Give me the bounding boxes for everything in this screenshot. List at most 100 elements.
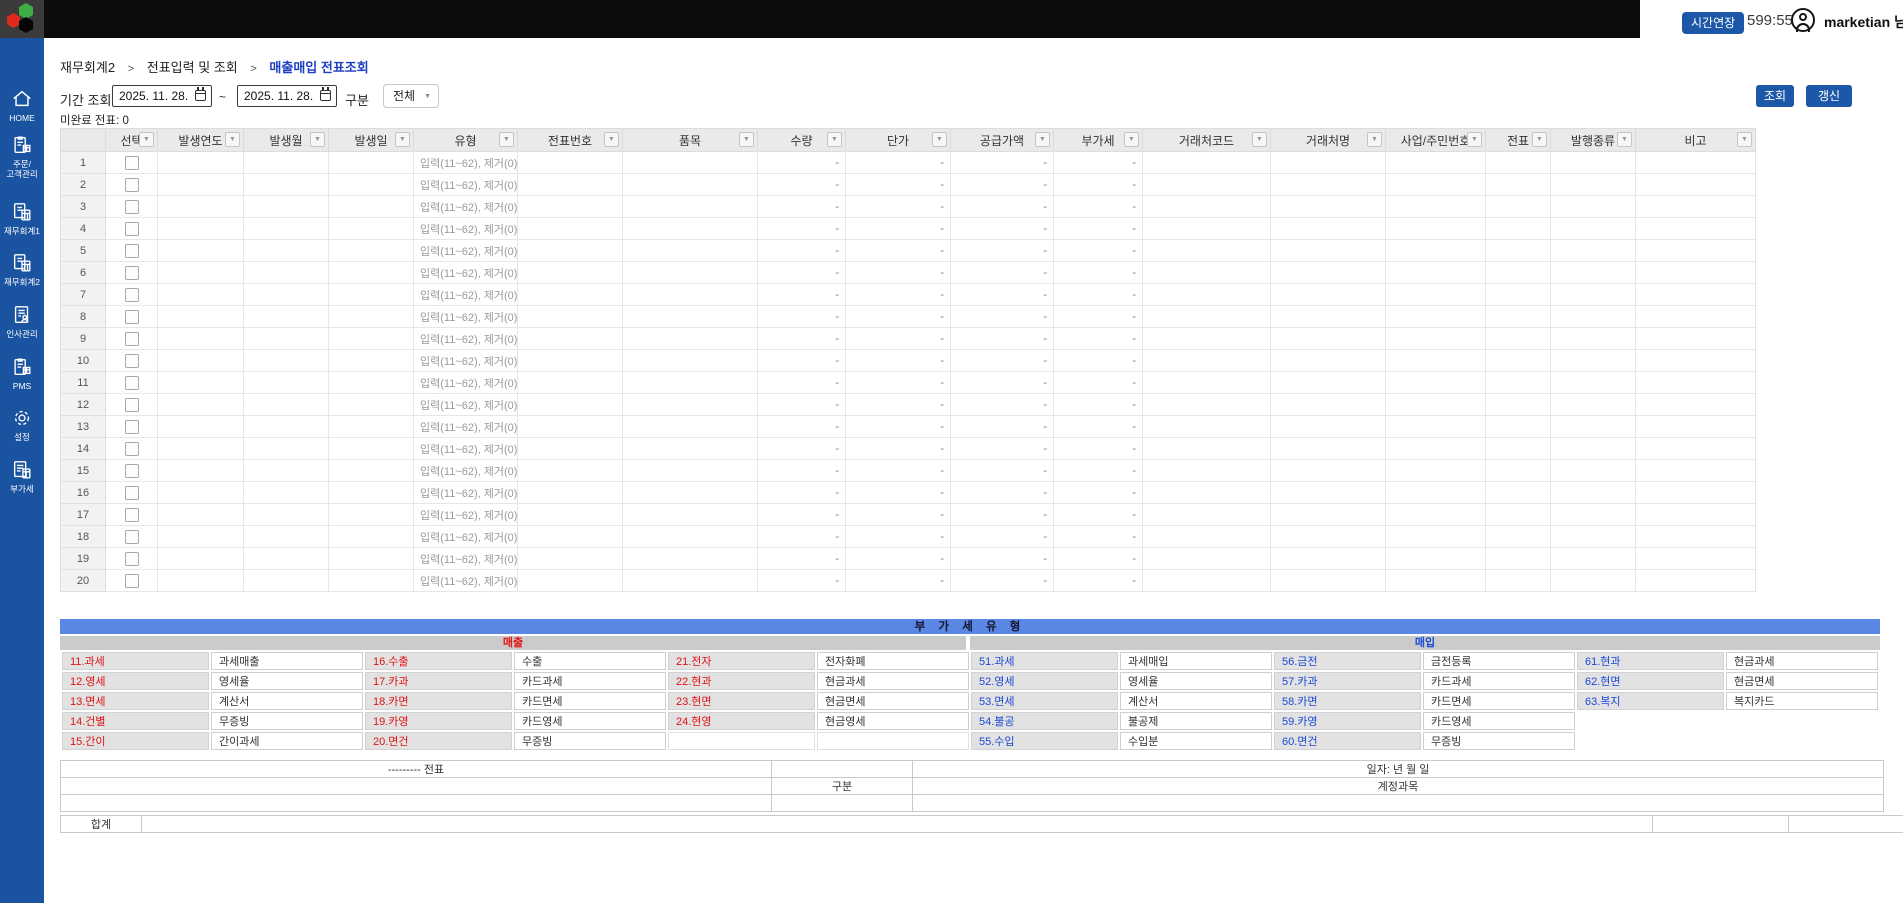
empty-cell: [244, 504, 329, 526]
breadcrumb-item[interactable]: 전표입력 및 조회: [147, 60, 238, 75]
empty-cell: [1386, 262, 1486, 284]
calendar-icon[interactable]: [195, 90, 206, 101]
vat-name-cell: 현금영세: [817, 712, 969, 730]
calendar-icon[interactable]: [320, 90, 331, 101]
empty-cell: [1271, 240, 1386, 262]
empty-cell: [1143, 504, 1271, 526]
row-checkbox[interactable]: [125, 288, 139, 302]
row-number-cell: 3: [61, 196, 106, 218]
date-from-input[interactable]: 2025. 11. 28.: [112, 85, 212, 107]
search-button[interactable]: 조회: [1756, 85, 1794, 107]
vat-code-cell: 16.수출: [365, 652, 512, 670]
amount-cell: -: [1054, 350, 1143, 372]
vat-name-cell: 무증빙: [211, 712, 363, 730]
empty-cell: [244, 548, 329, 570]
filter-icon[interactable]: ▼: [1532, 132, 1547, 147]
row-checkbox[interactable]: [125, 464, 139, 478]
filter-icon[interactable]: ▼: [310, 132, 325, 147]
journal-total-body: 합계: [61, 816, 1903, 833]
vat-name-cell: 카드영세: [1423, 712, 1575, 730]
row-checkbox[interactable]: [125, 508, 139, 522]
filter-icon[interactable]: ▼: [1252, 132, 1267, 147]
refresh-button[interactable]: 갱신: [1806, 85, 1852, 107]
empty-cell: [1271, 174, 1386, 196]
empty-cell: [1551, 460, 1636, 482]
amount-cell: -: [951, 504, 1054, 526]
row-checkbox[interactable]: [125, 266, 139, 280]
grid-column-label: 수량: [790, 134, 812, 148]
empty-cell: [244, 306, 329, 328]
amount-cell: -: [758, 394, 846, 416]
row-checkbox[interactable]: [125, 442, 139, 456]
row-checkbox[interactable]: [125, 156, 139, 170]
grid-column-label: 거래처코드: [1179, 134, 1234, 148]
empty-cell: [623, 372, 758, 394]
filter-icon[interactable]: ▼: [1035, 132, 1050, 147]
filter-icon[interactable]: ▼: [225, 132, 240, 147]
amount-cell: -: [846, 306, 951, 328]
row-checkbox[interactable]: [125, 420, 139, 434]
filter-icon[interactable]: ▼: [827, 132, 842, 147]
date-to-input[interactable]: 2025. 11. 28.: [237, 85, 337, 107]
empty-cell: [329, 526, 414, 548]
empty-cell: [158, 196, 244, 218]
sidebar-item-pms[interactable]: PMS: [0, 356, 44, 391]
empty-cell: [1143, 174, 1271, 196]
row-checkbox[interactable]: [125, 200, 139, 214]
extend-session-button[interactable]: 시간연장: [1682, 12, 1744, 34]
sidebar-item-home[interactable]: HOME: [0, 88, 44, 123]
row-checkbox[interactable]: [125, 332, 139, 346]
empty-cell: [244, 372, 329, 394]
empty-cell: [623, 306, 758, 328]
row-checkbox[interactable]: [125, 354, 139, 368]
category-select[interactable]: 전체 ▼: [383, 84, 439, 108]
empty-cell: [158, 350, 244, 372]
sidebar-item-hr[interactable]: 인사관리: [0, 304, 44, 339]
empty-cell: [1551, 196, 1636, 218]
sidebar-item-settings[interactable]: 설정: [0, 407, 44, 442]
row-number-cell: 15: [61, 460, 106, 482]
empty-cell: [518, 438, 623, 460]
empty-cell: [1271, 482, 1386, 504]
filter-icon[interactable]: ▼: [1367, 132, 1382, 147]
type-cell: 입력(11~62), 제거(0): [414, 262, 518, 284]
filter-icon[interactable]: ▼: [499, 132, 514, 147]
vat-name-cell: 계산서: [1120, 692, 1272, 710]
row-checkbox[interactable]: [125, 530, 139, 544]
user-avatar-icon[interactable]: [1791, 8, 1815, 32]
row-checkbox[interactable]: [125, 552, 139, 566]
table-row: 10입력(11~62), 제거(0)----: [61, 350, 1756, 372]
amount-cell: -: [758, 284, 846, 306]
empty-cell: [1143, 482, 1271, 504]
row-checkbox[interactable]: [125, 574, 139, 588]
row-checkbox[interactable]: [125, 178, 139, 192]
sidebar-item-orders[interactable]: 주문/고객관리: [0, 134, 44, 179]
sidebar-item-finance2[interactable]: 재무회계2: [0, 252, 44, 287]
breadcrumb-item[interactable]: 재무회계2: [60, 60, 115, 75]
row-checkbox[interactable]: [125, 486, 139, 500]
filter-icon[interactable]: ▼: [739, 132, 754, 147]
app-logo[interactable]: [0, 0, 44, 38]
filter-icon[interactable]: ▼: [1124, 132, 1139, 147]
grid-column-label: 전표번호: [548, 134, 592, 148]
empty-cell: [1551, 328, 1636, 350]
sidebar-item-finance1[interactable]: 재무회계1: [0, 201, 44, 236]
filter-icon[interactable]: ▼: [1617, 132, 1632, 147]
filter-icon[interactable]: ▼: [1467, 132, 1482, 147]
empty-cell: [623, 438, 758, 460]
row-checkbox[interactable]: [125, 310, 139, 324]
empty-cell: [1143, 416, 1271, 438]
row-checkbox[interactable]: [125, 244, 139, 258]
row-checkbox[interactable]: [125, 398, 139, 412]
filter-icon[interactable]: ▼: [932, 132, 947, 147]
row-checkbox[interactable]: [125, 222, 139, 236]
filter-icon[interactable]: ▼: [139, 132, 154, 147]
filter-icon[interactable]: ▼: [395, 132, 410, 147]
amount-cell: -: [951, 284, 1054, 306]
filter-icon[interactable]: ▼: [1737, 132, 1752, 147]
sidebar-item-vat[interactable]: 부가세: [0, 459, 44, 494]
row-checkbox[interactable]: [125, 376, 139, 390]
filter-icon[interactable]: ▼: [604, 132, 619, 147]
empty-cell: [518, 482, 623, 504]
row-number-cell: 16: [61, 482, 106, 504]
